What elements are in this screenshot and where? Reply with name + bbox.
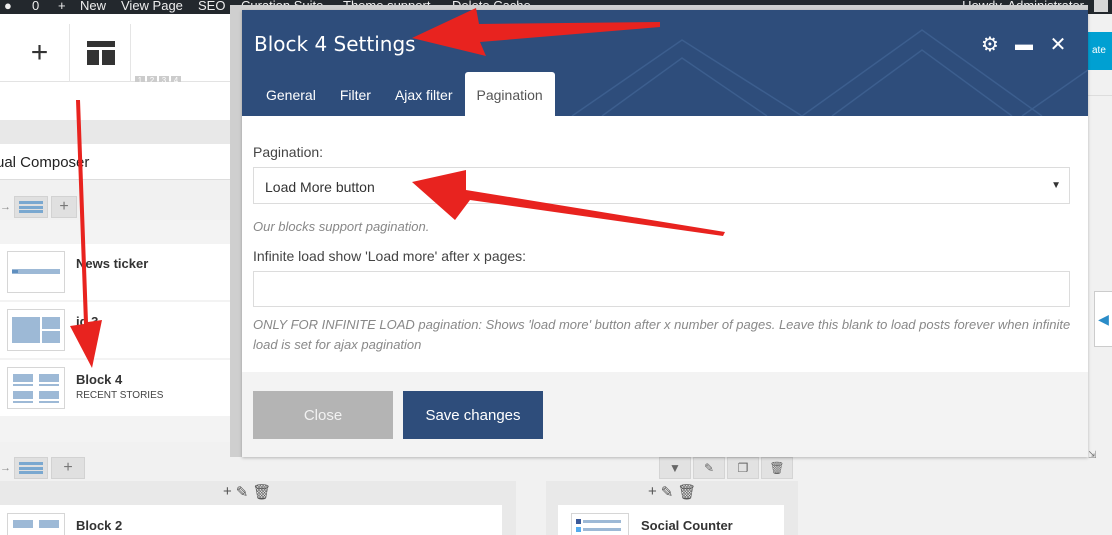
column-tools-left: + ✎ 🗑 bbox=[223, 483, 271, 501]
trash-icon[interactable]: 🗑 bbox=[761, 457, 793, 479]
view-page-link[interactable]: View Page bbox=[121, 0, 183, 14]
dialog-header[interactable]: Block 4 Settings ⚙ ▬ ✕ General Filter Aj… bbox=[242, 10, 1088, 116]
pagination-select[interactable]: Load More button ▼ bbox=[253, 167, 1070, 204]
vc-divider bbox=[0, 120, 230, 144]
element-title: News ticker bbox=[76, 256, 149, 271]
drag-arrow-icon[interactable]: → bbox=[0, 462, 11, 474]
block-settings-dialog: Block 4 Settings ⚙ ▬ ✕ General Filter Aj… bbox=[242, 10, 1088, 457]
element-title: id 3 bbox=[76, 314, 99, 329]
trash-icon[interactable]: 🗑 bbox=[677, 483, 696, 501]
caret-down-icon: ▼ bbox=[1051, 180, 1061, 191]
add-column-plus-icon[interactable]: + bbox=[51, 196, 77, 218]
new-plus-icon[interactable]: + bbox=[58, 0, 66, 14]
pagination-select-value: Load More button bbox=[265, 179, 375, 195]
row-actions: ▼ ✎ ❐ 🗑 bbox=[659, 457, 793, 479]
new-link[interactable]: New bbox=[80, 0, 106, 14]
infinite-load-help: ONLY FOR INFINITE LOAD pagination: Shows… bbox=[253, 317, 1071, 352]
divider bbox=[1088, 95, 1112, 96]
layout-lines-icon bbox=[19, 462, 43, 474]
clone-icon[interactable]: ❐ bbox=[727, 457, 759, 479]
comments-count[interactable]: 0 bbox=[32, 0, 39, 14]
modal-overlay: Block 4 Settings ⚙ ▬ ✕ General Filter Aj… bbox=[230, 5, 1088, 457]
dialog-footer: Close Save changes bbox=[242, 372, 1088, 457]
element-grid-3[interactable]: id 3 bbox=[0, 302, 230, 358]
element-block-2[interactable]: Block 2 bbox=[0, 505, 502, 535]
edit-pencil-icon[interactable]: ✎ bbox=[661, 483, 674, 501]
element-subtitle: RECENT STORIES bbox=[76, 390, 164, 401]
gear-icon[interactable]: ⚙ bbox=[980, 32, 1000, 57]
block-2-thumb-icon bbox=[7, 513, 65, 535]
grid-thumb-icon bbox=[7, 309, 65, 351]
template-icon[interactable] bbox=[71, 24, 131, 82]
avatar[interactable] bbox=[1094, 0, 1108, 12]
dialog-body: Pagination: Load More button ▼ Our block… bbox=[242, 116, 1088, 372]
block-thumb-icon bbox=[7, 367, 65, 409]
caret-left-icon: ◀ bbox=[1098, 310, 1109, 327]
row-controls: → + bbox=[0, 196, 77, 218]
tab-ajax-filter[interactable]: Ajax filter bbox=[383, 72, 465, 116]
pagination-label: Pagination: bbox=[253, 144, 324, 160]
vc-title: ual Composer bbox=[0, 144, 230, 180]
dialog-tabs: General Filter Ajax filter Pagination bbox=[254, 72, 555, 116]
row-layout-icon[interactable] bbox=[14, 457, 48, 479]
vc-spacer bbox=[0, 82, 230, 120]
edit-pencil-icon[interactable]: ✎ bbox=[693, 457, 725, 479]
element-title: Social Counter bbox=[641, 518, 733, 533]
trash-icon[interactable]: 🗑 bbox=[252, 483, 271, 501]
edit-pencil-icon[interactable]: ✎ bbox=[236, 483, 249, 501]
news-ticker-thumb-icon bbox=[7, 251, 65, 293]
drag-arrow-icon[interactable]: → bbox=[0, 201, 11, 213]
column-tools-right: + ✎ 🗑 bbox=[648, 483, 696, 501]
save-changes-button[interactable]: Save changes bbox=[403, 391, 543, 439]
update-button[interactable]: ate bbox=[1088, 32, 1112, 70]
infinite-load-label: Infinite load show 'Load more' after x p… bbox=[253, 248, 527, 264]
pagination-help: Our blocks support pagination. bbox=[253, 219, 430, 234]
wp-logo-icon[interactable]: ● bbox=[4, 0, 12, 14]
dialog-controls: ⚙ ▬ ✕ bbox=[980, 32, 1068, 57]
close-button[interactable]: Close bbox=[253, 391, 393, 439]
element-block-4[interactable]: Block 4 RECENT STORIES bbox=[0, 360, 230, 416]
row-controls-2: → + bbox=[0, 457, 85, 479]
tab-general[interactable]: General bbox=[254, 72, 328, 116]
tab-filter[interactable]: Filter bbox=[328, 72, 383, 116]
chevron-down-icon[interactable]: ▼ bbox=[659, 457, 691, 479]
add-element-plus-icon[interactable]: + bbox=[10, 24, 70, 82]
seo-link[interactable]: SEO bbox=[198, 0, 225, 14]
element-news-ticker[interactable]: News ticker bbox=[0, 244, 230, 300]
add-plus-icon[interactable]: + bbox=[648, 483, 657, 501]
add-column-plus-icon[interactable]: + bbox=[51, 457, 85, 479]
vc-toolbar: + bbox=[0, 14, 230, 82]
row-layout-icon[interactable] bbox=[14, 196, 48, 218]
element-title: Block 2 bbox=[76, 518, 123, 533]
resize-handle-icon[interactable]: ⇲ bbox=[1088, 450, 1096, 461]
layout-lines-icon bbox=[19, 201, 43, 213]
element-title: Block 4 bbox=[76, 372, 123, 387]
add-plus-icon[interactable]: + bbox=[223, 483, 232, 501]
tab-pagination[interactable]: Pagination bbox=[464, 72, 555, 116]
collapse-panel-tab[interactable]: ◀ bbox=[1094, 291, 1112, 347]
social-counter-thumb-icon bbox=[571, 513, 629, 535]
minimize-icon[interactable]: ▬ bbox=[1014, 34, 1034, 55]
dialog-title: Block 4 Settings bbox=[254, 32, 416, 56]
close-icon[interactable]: ✕ bbox=[1048, 32, 1068, 57]
element-social-counter[interactable]: Social Counter bbox=[558, 505, 784, 535]
infinite-load-input[interactable] bbox=[253, 271, 1070, 307]
template-layout-icon bbox=[86, 41, 115, 65]
